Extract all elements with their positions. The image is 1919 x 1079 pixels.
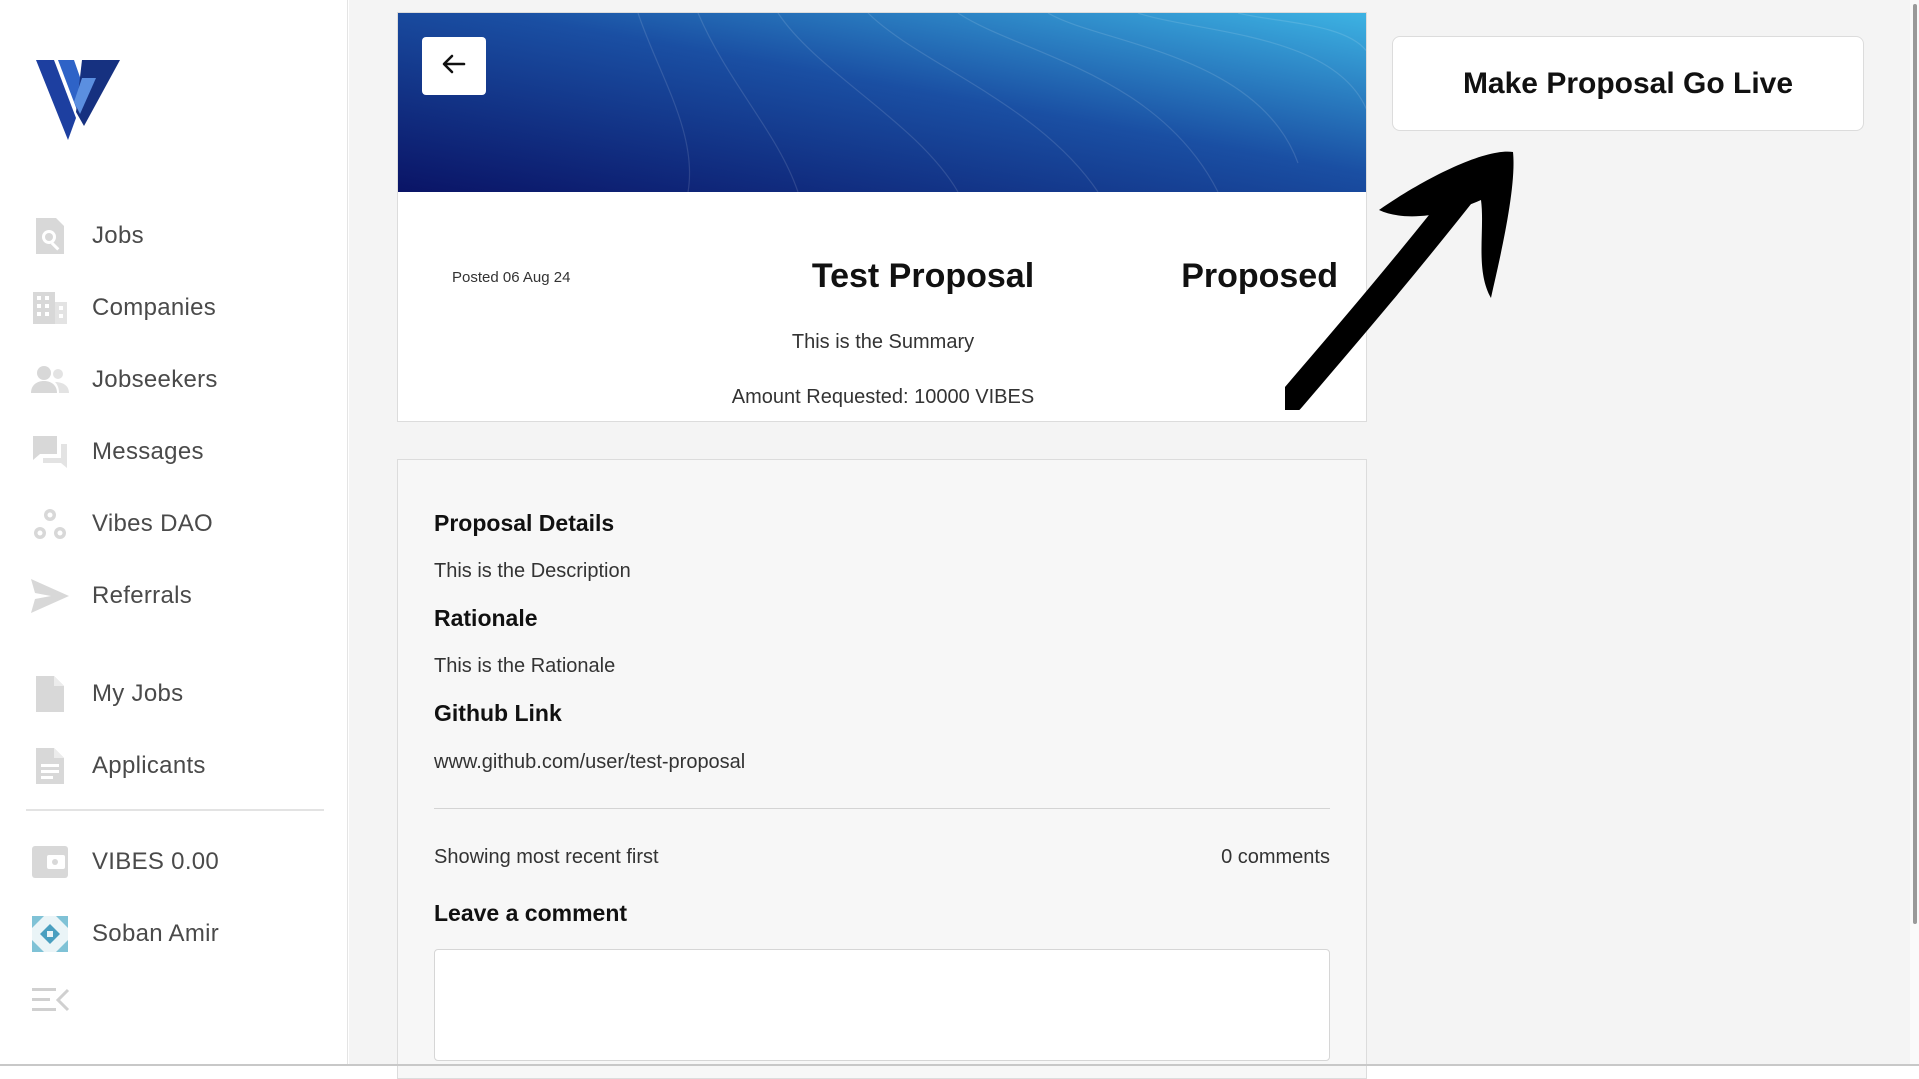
github-link[interactable]: www.github.com/user/test-proposal	[434, 751, 745, 774]
sidebar-item-my-jobs[interactable]: My Jobs	[30, 672, 330, 716]
sidebar-item-vibes-dao[interactable]: Vibes DAO	[30, 502, 330, 546]
job-search-icon	[30, 216, 70, 256]
details-heading: Proposal Details	[434, 510, 615, 536]
sidebar-item-wallet[interactable]: VIBES 0.00	[30, 840, 330, 884]
chat-icon	[30, 432, 70, 472]
amount-requested: Amount Requested: 10000 VIBES	[731, 386, 1035, 408]
proposal-header-card: Posted 06 Aug 24 Test Proposal Proposed …	[397, 12, 1367, 422]
github-heading: Github Link	[434, 700, 562, 726]
back-button[interactable]	[422, 37, 486, 95]
sidebar-item-companies[interactable]: Companies	[30, 286, 330, 330]
proposal-banner	[398, 13, 1366, 192]
dao-icon	[30, 504, 70, 544]
collapse-menu-icon[interactable]	[30, 984, 70, 1016]
sidebar-item-jobseekers[interactable]: Jobseekers	[30, 358, 330, 402]
arrow-annotation-icon	[1285, 151, 1514, 410]
sidebar-item-label: Messages	[92, 438, 204, 465]
sidebar-item-label: Applicants	[92, 752, 206, 779]
sort-order-label: Showing most recent first	[434, 846, 659, 868]
rationale-heading: Rationale	[434, 605, 538, 631]
sidebar-item-label: Referrals	[92, 582, 193, 609]
sidebar-item-profile[interactable]: Soban Amir	[30, 912, 330, 956]
proposal-details-card: Proposal Details This is the Description…	[397, 459, 1367, 1079]
sidebar-item-messages[interactable]: Messages	[30, 430, 330, 474]
sidebar-item-label: Jobseekers	[92, 366, 218, 393]
comments-count: 0 comments	[1221, 846, 1330, 868]
sidebar-item-label: Jobs	[92, 222, 144, 249]
vibes-logo-icon[interactable]	[36, 56, 120, 140]
building-icon	[30, 288, 70, 328]
sidebar-item-label: My Jobs	[92, 680, 184, 707]
sidebar-item-referrals[interactable]: Referrals	[30, 574, 330, 618]
make-proposal-live-button[interactable]: Make Proposal Go Live	[1392, 36, 1864, 131]
sidebar: Jobs Companies Jobseekers Messages Vibes…	[0, 0, 348, 1066]
user-name: Soban Amir	[92, 920, 220, 947]
wallet-balance: VIBES 0.00	[92, 848, 220, 875]
document-icon	[30, 674, 70, 714]
sidebar-item-label: Vibes DAO	[92, 510, 213, 537]
send-icon	[30, 576, 70, 616]
proposal-title: Test Proposal	[811, 257, 1035, 295]
document-lines-icon	[30, 746, 70, 786]
posted-date: Posted 06 Aug 24	[452, 269, 571, 286]
scrollbar-thumb[interactable]	[1913, 4, 1917, 924]
rationale-text: This is the Rationale	[434, 655, 616, 677]
comment-input[interactable]	[434, 949, 1330, 1061]
avatar	[30, 914, 70, 954]
leave-comment-heading: Leave a comment	[434, 900, 628, 926]
sidebar-item-applicants[interactable]: Applicants	[30, 744, 330, 788]
description-text: This is the Description	[434, 560, 631, 582]
proposal-summary: This is the Summary	[791, 331, 975, 353]
arrow-left-icon	[442, 54, 466, 79]
users-icon	[30, 360, 70, 400]
sidebar-item-jobs[interactable]: Jobs	[30, 214, 330, 258]
wallet-icon	[30, 842, 70, 882]
sidebar-divider	[26, 809, 324, 811]
sidebar-item-label: Companies	[92, 294, 217, 321]
divider	[434, 808, 1330, 809]
